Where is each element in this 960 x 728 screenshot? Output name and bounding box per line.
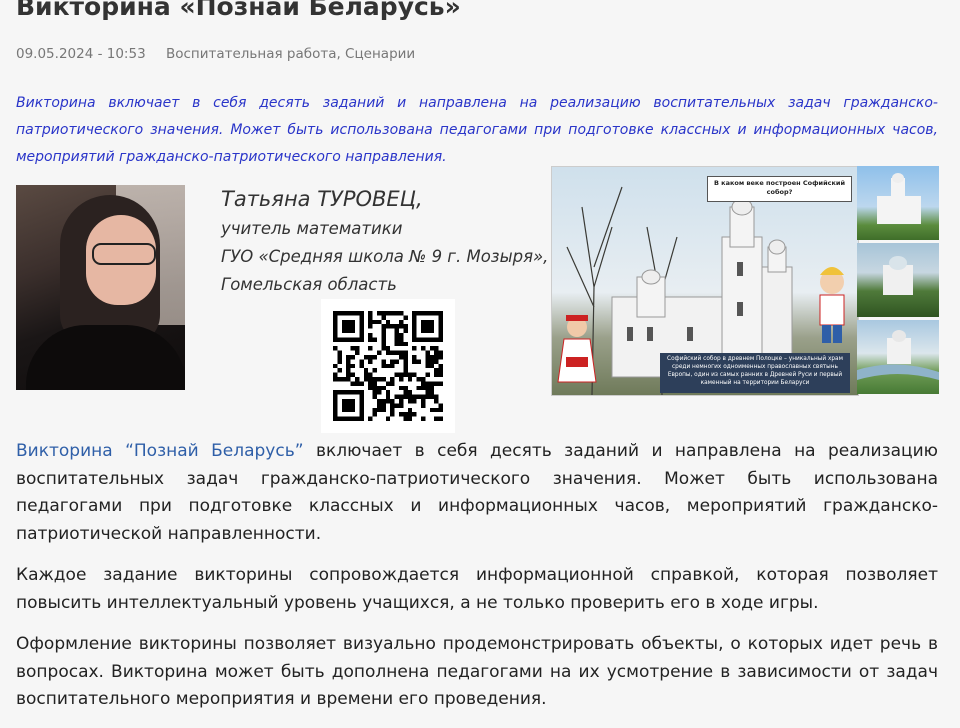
paragraph-1: Викторина “Познай Беларусь” включает в с… (16, 438, 938, 548)
author-region: Гомельская область (221, 275, 397, 294)
paragraph-3: Оформление викторины позволяет визуально… (16, 634, 938, 709)
author-info: Татьяна ТУРОВЕЦ, учитель математики ГУО … (221, 183, 548, 299)
quiz-slide-image: В каком веке построен Софийский собор? С… (551, 166, 859, 396)
qr-code-icon[interactable] (321, 299, 455, 433)
author-name: Татьяна ТУРОВЕЦ, (221, 187, 423, 211)
quiz-caption: Софийский собор в древнем Полоцке – уник… (660, 353, 850, 393)
publish-date: 09.05.2024 - 10:53 (16, 46, 146, 62)
category-links[interactable]: Воспитательная работа, Сценарии (166, 46, 415, 62)
author-school: ГУО «Средняя школа № 9 г. Мозыря», (221, 247, 549, 266)
thumbnail-column (857, 166, 939, 394)
church-thumbnail (857, 243, 939, 317)
quiz-question: В каком веке построен Софийский собор? (707, 176, 852, 202)
author-photo (16, 185, 185, 390)
river-thumbnail (857, 320, 939, 394)
article-body: Викторина “Познай Беларусь” включает в с… (16, 438, 938, 728)
page-title: Викторина «Познай Беларусь» (16, 0, 461, 21)
article-meta: 09.05.2024 - 10:53 Воспитательная работа… (16, 46, 415, 62)
paragraph-2: Каждое задание викторины сопровождается … (16, 565, 938, 613)
cathedral-thumbnail (857, 166, 939, 240)
quiz-link[interactable]: Викторина “Познай Беларусь” (16, 441, 304, 461)
article-lead: Викторина включает в себя десять заданий… (16, 95, 938, 165)
author-position: учитель математики (221, 219, 403, 238)
